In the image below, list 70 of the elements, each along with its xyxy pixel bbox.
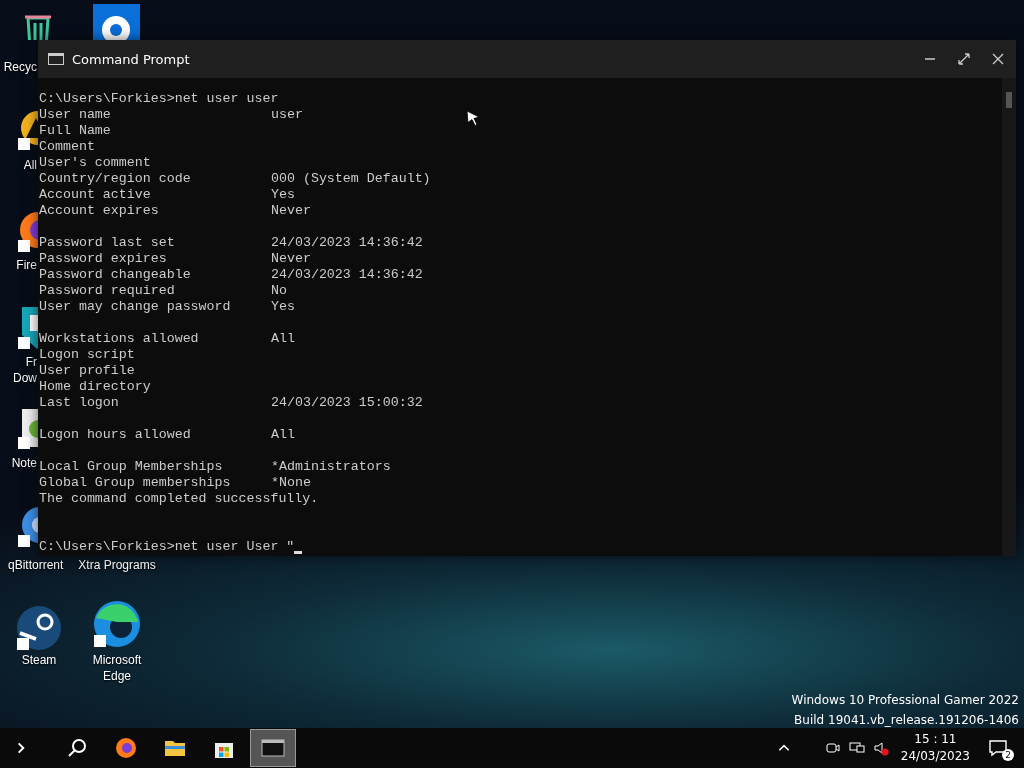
console-label: Logon hours allowed <box>39 427 192 443</box>
console-label: Comment <box>39 139 96 155</box>
console-label: Password changeable <box>39 267 192 283</box>
console-label: User name <box>39 107 112 123</box>
console-value: No <box>271 283 287 299</box>
clock[interactable]: 15 : 11 24/03/2023 <box>900 731 970 765</box>
console-text: C:\Users\Forkies>net user user <box>39 91 279 107</box>
notepad-icon[interactable] <box>16 407 38 451</box>
firefox-icon <box>114 736 138 760</box>
desktop-icon-label[interactable]: Microsoft Edge <box>77 652 157 684</box>
console-label: Logon script <box>39 347 136 363</box>
window-title: Command Prompt <box>72 51 190 67</box>
console-label: Global Group memberships <box>39 475 232 491</box>
network-icon[interactable] <box>848 740 865 756</box>
console-label: User profile <box>39 363 136 379</box>
console-value: 24/03/2023 15:00:32 <box>271 395 423 411</box>
close-icon[interactable] <box>992 53 1004 65</box>
terminal-icon <box>261 736 285 760</box>
taskbar-app[interactable] <box>250 729 296 767</box>
desktop-icon-label[interactable]: qBittorrent <box>8 557 78 573</box>
command-input[interactable]: C:\Users\Forkies>net user User " <box>39 539 295 555</box>
console-label: Account expires <box>39 203 160 219</box>
scroll-thumb[interactable] <box>1006 92 1012 108</box>
desktop-icon-label[interactable]: Note <box>3 455 37 471</box>
console-label: Workstations allowed <box>39 331 200 347</box>
console-value: All <box>271 427 295 443</box>
console-value: All <box>271 331 295 347</box>
windows-build-text: Windows 10 Professional Gamer 2022 <box>791 692 1019 709</box>
console-value: Yes <box>271 299 295 315</box>
desktop-icon-label[interactable]: Fire <box>9 257 37 273</box>
console-label: Account active <box>39 187 152 203</box>
console-value: Never <box>271 251 311 267</box>
windows-build-text: Build 19041.vb_release.191206-1406 <box>794 712 1019 729</box>
console-value: 24/03/2023 14:36:42 <box>271 235 423 251</box>
console-value: Yes <box>271 187 295 203</box>
console-value: user <box>271 107 303 123</box>
console-label: User may change password <box>39 299 232 315</box>
console-label: Password expires <box>39 251 168 267</box>
date-text: 24/03/2023 <box>900 748 970 765</box>
console-label: Password last set <box>39 235 176 251</box>
mouse-pointer-icon <box>466 110 480 126</box>
console-label: Last logon <box>39 395 120 411</box>
desktop-icon-label[interactable]: Steam <box>0 652 78 668</box>
notification-badge: 2 <box>1002 749 1014 761</box>
console-value: *Administrators <box>271 459 391 475</box>
time-text: 15 : 11 <box>914 731 957 748</box>
desktop-icon-label[interactable]: Xtra Programs <box>77 557 157 573</box>
console-value: *None <box>271 475 311 491</box>
console-label: Full Name <box>39 123 112 139</box>
console-label: User's comment <box>39 155 152 171</box>
volume-muted-icon[interactable] <box>872 740 889 756</box>
desktop-icon-label[interactable]: Fr Dow <box>8 354 37 386</box>
camera-icon[interactable] <box>824 740 841 756</box>
desktop-icon-label[interactable]: Recyc <box>1 59 37 75</box>
steam-icon[interactable] <box>16 605 62 651</box>
console-label: Password required <box>39 283 176 299</box>
console-value: 24/03/2023 14:36:42 <box>271 267 423 283</box>
restore-icon[interactable] <box>958 53 970 65</box>
console-text: The command completed successfully. <box>39 491 319 507</box>
console-label: Home directory <box>39 379 152 395</box>
desktop-icon-label[interactable]: All <box>15 157 37 173</box>
console-value: 000 (System Default) <box>271 171 431 187</box>
edge-icon[interactable] <box>93 600 141 648</box>
console-value: Never <box>271 203 311 219</box>
scrollbar[interactable] <box>1002 78 1016 556</box>
console-label: Country/region code <box>39 171 192 187</box>
console-label: Local Group Memberships <box>39 459 224 475</box>
notification-icon[interactable] <box>988 738 1008 758</box>
terminal-icon <box>48 53 64 65</box>
text-cursor <box>294 551 303 554</box>
